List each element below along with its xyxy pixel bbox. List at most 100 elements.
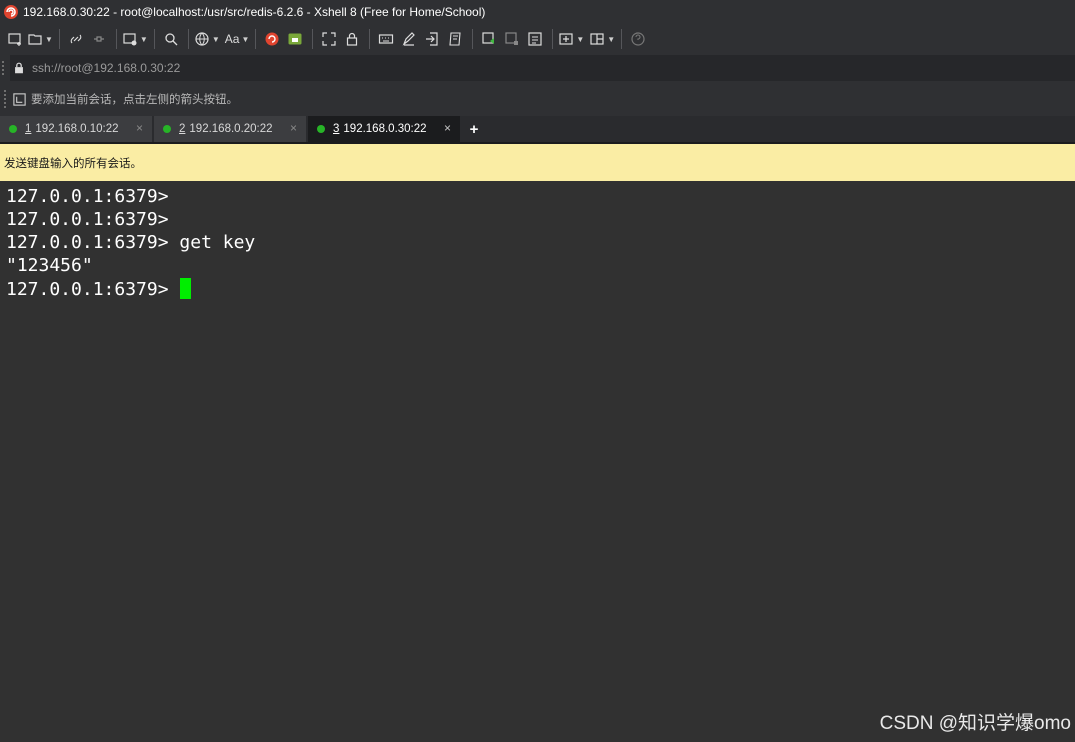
chevron-down-icon: ▼ xyxy=(607,34,616,44)
add-tab-button[interactable]: + xyxy=(462,116,486,142)
notes-icon xyxy=(528,32,542,46)
log-icon xyxy=(505,32,519,45)
terminal-area[interactable]: 127.0.0.1:6379> 127.0.0.1:6379> 127.0.0.… xyxy=(0,181,1075,742)
find-button[interactable] xyxy=(160,28,182,50)
log-button[interactable] xyxy=(501,28,523,50)
xshell-red-icon xyxy=(265,32,279,46)
toolbar-separator xyxy=(552,29,554,49)
encoding-button[interactable]: ▼ xyxy=(194,28,220,50)
toolbar: ▼ ▼ ▼ Aa ▼ ▼ ▼ xyxy=(0,24,1075,54)
fullscreen-button[interactable] xyxy=(318,28,340,50)
new-window-icon xyxy=(559,33,573,45)
broadcast-text: 发送键盘输入的所有会话。 xyxy=(4,157,142,170)
window-title: 192.168.0.30:22 - root@localhost:/usr/sr… xyxy=(23,5,486,19)
close-icon[interactable]: × xyxy=(290,121,297,135)
toolbar-separator xyxy=(153,29,155,49)
open-session-button[interactable]: ▼ xyxy=(27,28,53,50)
terminal-prompt-line: 127.0.0.1:6379> xyxy=(6,278,192,300)
toolbar-separator xyxy=(472,29,474,49)
layout-icon xyxy=(590,33,604,45)
hint-text: 要添加当前会话，点击左侧的箭头按钮。 xyxy=(31,94,238,106)
script-icon xyxy=(449,32,461,46)
fullscreen-icon xyxy=(322,32,336,46)
toolbar-separator xyxy=(187,29,189,49)
encoding-globe-icon xyxy=(195,32,209,46)
toolbar-separator xyxy=(58,29,60,49)
compose-icon xyxy=(482,32,495,44)
highlight-button[interactable] xyxy=(398,28,420,50)
connected-status-icon xyxy=(163,125,171,133)
terminal-prompt: 127.0.0.1:6379> xyxy=(6,279,180,300)
chevron-down-icon: ▼ xyxy=(576,34,585,44)
address-field[interactable]: ssh://root@192.168.0.30:22 xyxy=(2,55,1075,81)
title-bar: 192.168.0.30:22 - root@localhost:/usr/sr… xyxy=(0,0,1075,24)
reconnect-icon xyxy=(70,34,82,44)
tab-label: 192.168.0.10:22 xyxy=(35,123,119,135)
chevron-down-icon: ▼ xyxy=(139,34,148,44)
terminal-line: 127.0.0.1:6379> xyxy=(6,186,169,207)
lock-icon xyxy=(15,62,23,74)
chevron-down-icon: ▼ xyxy=(211,34,220,44)
notes-button[interactable] xyxy=(524,28,546,50)
new-session-icon xyxy=(8,33,21,46)
compose-button[interactable] xyxy=(478,28,500,50)
tab-session-2[interactable]: 2 192.168.0.20:22 × xyxy=(154,116,306,142)
toolbar-separator xyxy=(312,29,314,49)
address-text: ssh://root@192.168.0.30:22 xyxy=(32,61,181,75)
tab-label: 192.168.0.30:22 xyxy=(343,123,427,135)
close-icon[interactable]: × xyxy=(444,121,451,135)
chevron-down-icon: ▼ xyxy=(45,34,53,44)
font-button[interactable]: Aa ▼ xyxy=(225,28,250,50)
hint-bar-grip xyxy=(4,82,8,116)
new-window-button[interactable]: ▼ xyxy=(558,28,584,50)
disconnect-icon xyxy=(93,36,104,42)
font-icon: Aa xyxy=(224,32,240,46)
find-icon xyxy=(165,33,178,46)
disconnect-button[interactable] xyxy=(88,28,110,50)
close-icon[interactable]: × xyxy=(136,121,143,135)
connected-status-icon xyxy=(9,125,17,133)
help-button[interactable] xyxy=(627,28,649,50)
xshell-logo-icon xyxy=(4,5,18,19)
keyboard-button[interactable] xyxy=(375,28,397,50)
tab-number: 2 xyxy=(179,123,186,135)
toolbar-separator xyxy=(621,29,623,49)
toolbar-separator xyxy=(369,29,371,49)
new-session-button[interactable] xyxy=(4,28,26,50)
help-icon xyxy=(631,32,645,46)
connected-status-icon xyxy=(317,125,325,133)
toolbar-separator xyxy=(255,29,257,49)
tab-session-1[interactable]: 1 192.168.0.10:22 × xyxy=(0,116,152,142)
xshell-button[interactable] xyxy=(261,28,283,50)
open-session-icon xyxy=(28,34,42,45)
new-tab-button[interactable]: ▼ xyxy=(122,28,148,50)
script-button[interactable] xyxy=(444,28,466,50)
send-file-button[interactable] xyxy=(421,28,443,50)
broadcast-bar: 发送键盘输入的所有会话。 xyxy=(0,144,1075,181)
lock-button[interactable] xyxy=(341,28,363,50)
tab-number: 1 xyxy=(25,123,32,135)
xftp-button[interactable] xyxy=(284,28,306,50)
terminal-cursor xyxy=(180,278,192,299)
tab-number: 3 xyxy=(333,123,340,135)
lock-icon xyxy=(347,32,358,46)
tab-session-3[interactable]: 3 192.168.0.30:22 × xyxy=(308,116,460,142)
add-session-arrow-icon[interactable] xyxy=(12,92,27,107)
toolbar-separator xyxy=(115,29,117,49)
xftp-green-icon xyxy=(288,33,302,45)
layout-button[interactable]: ▼ xyxy=(589,28,615,50)
terminal-line: 127.0.0.1:6379> get key xyxy=(6,232,256,253)
terminal-line: 127.0.0.1:6379> xyxy=(6,209,169,230)
new-tab-icon xyxy=(123,33,137,46)
terminal-line: "123456" xyxy=(6,255,93,276)
address-bar: ssh://root@192.168.0.30:22 xyxy=(0,54,1075,82)
tab-label: 192.168.0.20:22 xyxy=(189,123,273,135)
keyboard-icon xyxy=(379,34,394,44)
reconnect-button[interactable] xyxy=(65,28,87,50)
highlight-pen-icon xyxy=(403,32,416,46)
session-tabs: 1 192.168.0.10:22 × 2 192.168.0.20:22 × … xyxy=(0,116,1075,142)
address-bar-grip xyxy=(2,55,6,81)
watermark: CSDN @知识学爆omo xyxy=(879,713,1071,734)
session-hint-bar: 要添加当前会话，点击左侧的箭头按钮。 xyxy=(0,82,1075,116)
chevron-down-icon: ▼ xyxy=(241,34,250,44)
